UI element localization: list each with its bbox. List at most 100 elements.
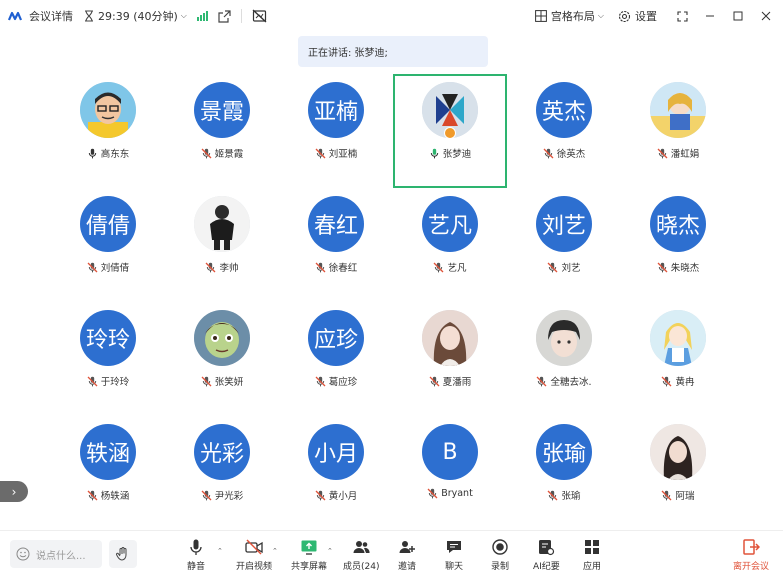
participant-name-row: 张笑妍 — [165, 374, 279, 388]
meeting-timer[interactable]: 29:39 (40分钟) ⌵ — [84, 0, 187, 32]
participant-tile[interactable]: 夏潘雨 — [393, 302, 507, 416]
participant-name: 高东东 — [100, 149, 130, 160]
expand-sidebar-button[interactable]: › — [0, 481, 28, 502]
avatar — [536, 310, 592, 366]
participant-tile[interactable]: 景霞 姬景霞 — [165, 74, 279, 188]
fullscreen-button[interactable] — [671, 0, 693, 32]
participant-name: 徐英杰 — [556, 149, 586, 160]
participant-tile[interactable]: 玲玲 于玲玲 — [51, 302, 165, 416]
invite-button[interactable]: 邀请 — [398, 538, 416, 572]
participant-name-row: 夏潘雨 — [393, 374, 507, 388]
participant-name-row: 姬景霞 — [165, 146, 279, 160]
participant-name-row: 尹光彩 — [165, 488, 279, 502]
start-video-button[interactable]: 开启视频 — [236, 538, 272, 572]
network-signal-icon[interactable] — [196, 11, 208, 21]
participant-tile[interactable]: 光彩 尹光彩 — [165, 416, 279, 530]
participant-name-row: 张瑜 — [507, 488, 621, 502]
chat-button[interactable]: 聊天 — [445, 538, 463, 572]
video-options-caret-icon[interactable]: ⌃ — [272, 547, 278, 555]
leave-meeting-button[interactable]: 离开会议 — [733, 538, 769, 572]
layout-button[interactable]: 宫格布局 ⌵ — [535, 0, 604, 32]
share-screen-button[interactable]: 共享屏幕 — [291, 538, 327, 572]
participant-name: 刘倩倩 — [100, 263, 130, 274]
layout-label: 宫格布局 — [550, 10, 595, 23]
grid-layout-icon — [535, 10, 547, 22]
participant-name: 夏潘雨 — [442, 377, 472, 388]
apps-button[interactable]: 应用 — [583, 538, 601, 572]
participant-name: 阿瑞 — [675, 491, 695, 502]
meeting-details-label: 会议详情 — [29, 10, 73, 23]
participant-name-row: 黄小月 — [279, 488, 393, 502]
close-button[interactable] — [755, 0, 777, 32]
participant-tile[interactable]: 轶涵杨轶涵 — [51, 416, 165, 530]
participant-name-row: 全糖去冰. — [507, 374, 621, 388]
avatar-initials: 春红 — [308, 196, 364, 252]
gear-icon — [618, 10, 631, 22]
members-button[interactable]: 成员(24) — [343, 538, 379, 572]
title-divider — [240, 9, 242, 23]
participant-name: 杨轶涵 — [100, 491, 130, 502]
participant-tile[interactable]: 阿瑞 — [621, 416, 735, 530]
mic-muted-icon — [661, 490, 672, 501]
meeting-details-button[interactable]: 会议详情 — [8, 0, 73, 32]
minimize-button[interactable] — [699, 0, 721, 32]
participant-tile[interactable]: 张瑜 张瑜 — [507, 416, 621, 530]
app-logo-icon — [8, 11, 23, 21]
mic-muted-icon — [315, 490, 326, 501]
avatar-initials: 应珍 — [308, 310, 364, 366]
participant-tile[interactable]: 英杰 徐英杰 — [507, 74, 621, 188]
participant-name: 黄冉 — [675, 377, 695, 388]
mic-muted-icon — [87, 490, 98, 501]
no-recording-icon[interactable] — [252, 9, 267, 23]
share-options-caret-icon[interactable]: ⌃ — [327, 547, 333, 555]
avatar — [650, 424, 706, 480]
participant-tile[interactable]: 艺凡 艺凡 — [393, 188, 507, 302]
ai-notes-icon — [539, 540, 555, 556]
participant-tile[interactable]: 黄冉 — [621, 302, 735, 416]
audio-options-caret-icon[interactable]: ⌃ — [217, 547, 223, 555]
participant-tile[interactable]: 小月 黄小月 — [279, 416, 393, 530]
participant-name: 葛应珍 — [328, 377, 358, 388]
chat-input[interactable]: 说点什么... — [10, 540, 102, 568]
participant-name-row: 葛应珍 — [279, 374, 393, 388]
microphone-icon — [87, 148, 98, 159]
mute-button[interactable]: 静音 — [187, 538, 205, 572]
participant-tile[interactable]: 张笑妍 — [165, 302, 279, 416]
maximize-icon — [733, 11, 743, 21]
avatar-initials: 景霞 — [194, 82, 250, 138]
leave-label: 离开会议 — [732, 562, 769, 572]
participant-tile[interactable]: 晓杰 朱晓杰 — [621, 188, 735, 302]
ai-notes-button[interactable]: AI纪要 — [533, 538, 560, 572]
record-button[interactable]: 录制 — [491, 538, 509, 572]
participant-tile[interactable]: 李帅 — [165, 188, 279, 302]
share-screen-icon — [301, 540, 317, 555]
maximize-button[interactable] — [727, 0, 749, 32]
avatar-initials: B — [422, 424, 478, 480]
participant-name-row: 于玲玲 — [51, 374, 165, 388]
participant-name: 艺凡 — [447, 263, 467, 274]
participant-tile[interactable]: 刘艺 刘艺 — [507, 188, 621, 302]
chat-placeholder: 说点什么... — [36, 550, 86, 562]
participant-tile[interactable]: 倩倩 刘倩倩 — [51, 188, 165, 302]
participant-tile[interactable]: 亚楠 刘亚楠 — [279, 74, 393, 188]
share-label: 共享屏幕 — [291, 562, 328, 572]
mic-muted-icon — [433, 262, 444, 273]
participant-tile[interactable]: 高东东 — [51, 74, 165, 188]
chevron-right-icon: › — [11, 484, 17, 499]
ai-notes-label: AI纪要 — [533, 562, 560, 572]
participant-tile[interactable]: 张梦迪 — [393, 74, 507, 188]
raise-hand-button[interactable] — [109, 540, 137, 568]
apps-icon — [585, 540, 599, 554]
settings-button[interactable]: 设置 — [618, 0, 657, 32]
participant-tile[interactable]: 应珍葛应珍 — [279, 302, 393, 416]
microphone-icon — [429, 148, 440, 159]
participant-tile[interactable]: 全糖去冰. — [507, 302, 621, 416]
mic-muted-icon — [429, 376, 440, 387]
share-link-icon[interactable] — [218, 9, 231, 23]
avatar-initials: 轶涵 — [80, 424, 136, 480]
participant-tile[interactable]: 潘虹娟 — [621, 74, 735, 188]
participant-name-row: 徐英杰 — [507, 146, 621, 160]
apps-label: 应用 — [583, 562, 602, 572]
participant-tile[interactable]: B Bryant — [393, 416, 507, 530]
participant-tile[interactable]: 春红 徐春红 — [279, 188, 393, 302]
